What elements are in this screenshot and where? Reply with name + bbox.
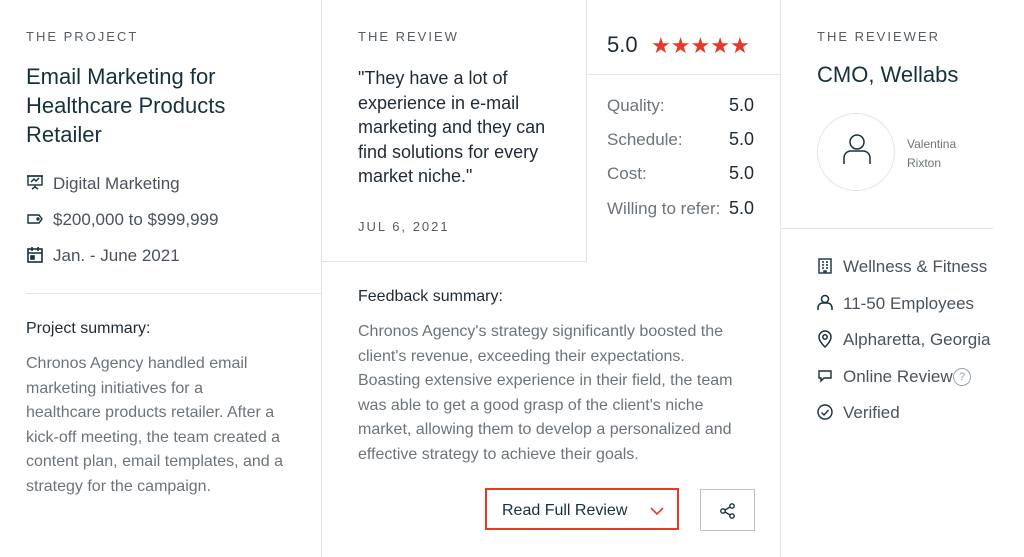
review-quote-line: marketing and they can (358, 117, 546, 137)
reviewer-first-name: Valentina (907, 137, 957, 151)
chevron-down-icon (649, 504, 665, 516)
overall-rating: 5.0 (607, 32, 638, 57)
review-quote-line: find solutions for every (358, 141, 539, 162)
column-divider-1 (321, 0, 322, 557)
reviewer-review-type: Online Review (843, 367, 953, 386)
rating-label-schedule: Schedule: (607, 130, 683, 149)
star-icon: ★ (670, 33, 691, 58)
share-icon (719, 502, 737, 520)
star-icon: ★ (690, 33, 711, 58)
project-title: Email Marketing for Healthcare Products … (26, 62, 225, 149)
rating-value-quality: 5.0 (729, 95, 755, 115)
location-pin-icon (816, 330, 834, 348)
project-summary: Chronos Agency handled email marketing i… (26, 352, 283, 499)
feedback-line: market, allowing them to develop a perso… (358, 421, 732, 438)
feedback-summary: Chronos Agency's strategy significantly … (358, 320, 732, 467)
calendar-icon (26, 246, 44, 264)
star-icon: ★ (729, 33, 750, 58)
reviewer-location: Alpharetta, Georgia (843, 330, 991, 349)
project-summary-line: kick-off meeting, the team created a (26, 428, 281, 446)
project-title-line: Email Marketing for (26, 64, 216, 89)
reviewer-title: CMO, Wellabs (817, 62, 959, 87)
rating-label-cost: Cost: (607, 164, 647, 183)
read-full-review-button[interactable]: Read Full Review (485, 488, 679, 530)
share-button[interactable] (700, 489, 755, 531)
project-service: Digital Marketing (53, 174, 180, 193)
feedback-summary-label: Feedback summary: (358, 288, 503, 305)
rating-value-refer: 5.0 (729, 198, 755, 218)
project-divider (26, 293, 321, 294)
project-summary-line: content plan, email templates, and a (26, 453, 284, 470)
rating-divider (586, 74, 780, 75)
speech-bubble-icon (816, 367, 834, 385)
review-quote-line: market niche." (358, 166, 473, 186)
rating-value-cost: 5.0 (729, 163, 755, 183)
rating-label-refer: Willing to refer: (607, 199, 721, 218)
reviewer-kicker: THE REVIEWER (817, 29, 940, 44)
project-summary-line: marketing initiatives for a (26, 379, 203, 397)
feedback-line: was able to get a good grasp of the clie… (358, 396, 704, 414)
presentation-icon (26, 173, 44, 191)
rating-value-schedule: 5.0 (729, 129, 755, 149)
project-summary-line: Chronos Agency handled email (26, 355, 248, 372)
check-circle-icon (816, 403, 834, 421)
review-quote-line: "They have a lot of (358, 68, 508, 88)
star-icon: ★ (710, 33, 730, 58)
review-quote-line: experience in e-mail (358, 92, 520, 113)
project-summary-line: strategy for the campaign. (26, 477, 211, 495)
rating-label-quality: Quality: (607, 96, 665, 115)
reviewer-verified: Verified (843, 403, 900, 422)
feedback-line: client's revenue, exceeding their expect… (358, 347, 685, 365)
person-icon (816, 293, 834, 311)
project-summary-label: Project summary: (26, 320, 151, 337)
help-icon[interactable]: ? (953, 368, 971, 386)
feedback-line: Chronos Agency's strategy significantly … (358, 323, 724, 340)
star-icon: ★ (651, 33, 671, 58)
feedback-line: Boasting extensive experience in their f… (358, 372, 733, 389)
star-rating: ★★★★★ (651, 35, 750, 58)
project-kicker: THE PROJECT (26, 29, 139, 44)
review-kicker: THE REVIEW (358, 29, 459, 44)
review-quote: "They have a lot of experience in e-mail… (358, 66, 545, 189)
project-summary-line: healthcare products retailer. After a (26, 404, 275, 421)
review-divider (322, 261, 586, 262)
reviewer-employees: 11-50 Employees (843, 294, 975, 313)
read-full-review-label: Read Full Review (502, 502, 628, 519)
reviewer-industry: Wellness & Fitness (843, 257, 988, 276)
column-divider-2 (780, 0, 781, 557)
project-budget: $200,000 to $999,999 (53, 210, 219, 229)
reviewer-last-name: Rixton (907, 156, 942, 170)
review-date: JUL 6, 2021 (358, 219, 450, 234)
avatar (817, 113, 895, 191)
project-title-line: Retailer (26, 122, 102, 147)
building-icon (816, 257, 834, 275)
project-dates: Jan. - June 2021 (53, 246, 180, 265)
feedback-line: effective strategy to achieve their goal… (358, 445, 639, 463)
rating-vertical-divider (586, 0, 587, 262)
project-title-line: Healthcare Products (26, 93, 226, 118)
reviewer-name: Valentina Rixton (907, 135, 956, 173)
price-tag-icon (26, 210, 44, 228)
reviewer-divider (781, 228, 993, 229)
user-icon (842, 132, 872, 166)
